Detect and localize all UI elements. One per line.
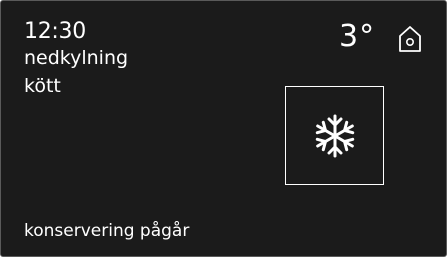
snowflake-icon	[315, 114, 354, 157]
oven-display-screen: 12:30 nedkylning kött 3° konservering på…	[0, 0, 447, 257]
freeze-mode-button[interactable]	[285, 86, 384, 185]
clock-time: 12:30	[24, 19, 86, 44]
home-icon-graphic	[399, 26, 421, 52]
status-message: konservering pågår	[24, 221, 190, 241]
food-type-label: kött	[24, 75, 61, 97]
program-label: nedkylning	[24, 47, 129, 69]
home-icon[interactable]	[397, 25, 423, 53]
temperature-readout: 3°	[339, 19, 376, 54]
